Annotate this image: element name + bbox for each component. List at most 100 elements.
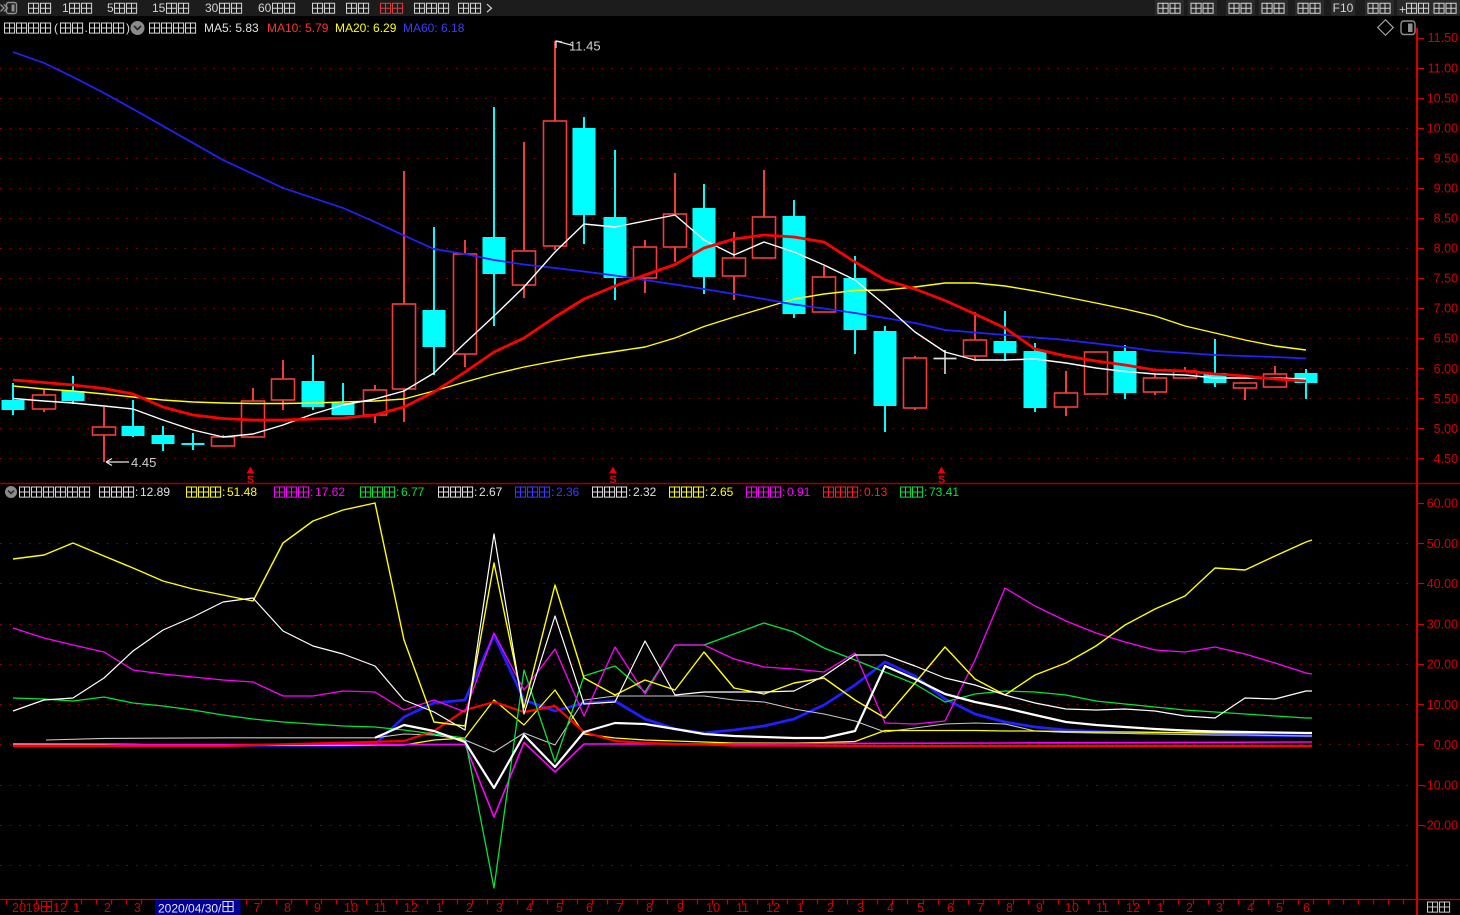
svg-text:1: 1 bbox=[436, 901, 443, 915]
svg-text:6: 6 bbox=[1303, 901, 1310, 915]
svg-text:50.00: 50.00 bbox=[1427, 537, 1458, 551]
svg-text:12.89: 12.89 bbox=[140, 485, 170, 499]
svg-text:4: 4 bbox=[1247, 901, 1254, 915]
svg-text:6: 6 bbox=[947, 901, 954, 915]
svg-text:MA10: 5.79: MA10: 5.79 bbox=[267, 21, 329, 35]
svg-text:7: 7 bbox=[616, 901, 623, 915]
svg-text:9.00: 9.00 bbox=[1434, 181, 1458, 195]
svg-text:4: 4 bbox=[526, 901, 533, 915]
svg-text:12: 12 bbox=[53, 901, 67, 915]
svg-text::: : bbox=[551, 485, 554, 499]
svg-text:30.00: 30.00 bbox=[1427, 617, 1458, 631]
svg-text:0.91: 0.91 bbox=[787, 485, 811, 499]
svg-text:3: 3 bbox=[1216, 901, 1223, 915]
svg-text:9: 9 bbox=[1036, 901, 1043, 915]
svg-text::: : bbox=[859, 485, 862, 499]
svg-text:6.50: 6.50 bbox=[1434, 332, 1458, 346]
svg-text::: : bbox=[628, 485, 631, 499]
svg-text::: : bbox=[135, 485, 138, 499]
svg-text:MA20: 6.29: MA20: 6.29 bbox=[335, 21, 397, 35]
svg-text:2: 2 bbox=[104, 901, 111, 915]
svg-text::: : bbox=[310, 485, 313, 499]
svg-text:1: 1 bbox=[797, 901, 804, 915]
svg-text:60.00: 60.00 bbox=[1427, 497, 1458, 511]
svg-text:S: S bbox=[609, 474, 616, 486]
svg-text:7: 7 bbox=[254, 901, 261, 915]
svg-text:51.48: 51.48 bbox=[227, 485, 257, 499]
svg-text:10.00: 10.00 bbox=[1427, 698, 1458, 712]
svg-text:17.62: 17.62 bbox=[315, 485, 345, 499]
svg-text:+: + bbox=[1399, 3, 1406, 17]
svg-text:3: 3 bbox=[496, 901, 503, 915]
svg-text:9.50: 9.50 bbox=[1434, 151, 1458, 165]
svg-text:2.32: 2.32 bbox=[633, 485, 657, 499]
svg-text:7.50: 7.50 bbox=[1434, 272, 1458, 286]
svg-text:8: 8 bbox=[1006, 901, 1013, 915]
svg-text:11: 11 bbox=[374, 901, 387, 915]
svg-text:12: 12 bbox=[766, 901, 780, 915]
svg-text:4: 4 bbox=[887, 901, 894, 915]
svg-text:0.13: 0.13 bbox=[864, 485, 888, 499]
svg-text:2.36: 2.36 bbox=[556, 485, 580, 499]
svg-text:2: 2 bbox=[466, 901, 473, 915]
svg-text:15: 15 bbox=[152, 1, 166, 15]
svg-text:0.00: 0.00 bbox=[1434, 738, 1458, 752]
svg-text:MA60: 6.18: MA60: 6.18 bbox=[403, 21, 465, 35]
svg-text:1: 1 bbox=[73, 901, 80, 915]
svg-text::: : bbox=[924, 485, 927, 499]
svg-text:4.50: 4.50 bbox=[1434, 452, 1458, 466]
svg-text:-20.00: -20.00 bbox=[1423, 819, 1458, 833]
svg-text:5.00: 5.00 bbox=[1434, 422, 1458, 436]
svg-text:1: 1 bbox=[1157, 901, 1164, 915]
svg-text:6: 6 bbox=[586, 901, 593, 915]
svg-text:8: 8 bbox=[646, 901, 653, 915]
svg-text:10.50: 10.50 bbox=[1427, 91, 1458, 105]
svg-text:-10.00: -10.00 bbox=[1423, 778, 1458, 792]
svg-text:9: 9 bbox=[314, 901, 321, 915]
svg-text:8.00: 8.00 bbox=[1434, 242, 1458, 256]
svg-text:4.45: 4.45 bbox=[131, 455, 156, 470]
svg-text:3: 3 bbox=[134, 901, 141, 915]
svg-text:8.50: 8.50 bbox=[1434, 212, 1458, 226]
svg-text:(: ( bbox=[54, 21, 58, 35]
svg-text:9: 9 bbox=[677, 901, 684, 915]
svg-text:2: 2 bbox=[1186, 901, 1193, 915]
svg-text::: : bbox=[474, 485, 477, 499]
svg-text:2.67: 2.67 bbox=[479, 485, 503, 499]
svg-text:2019: 2019 bbox=[12, 901, 40, 915]
svg-text:11: 11 bbox=[1096, 901, 1109, 915]
svg-text:10.00: 10.00 bbox=[1427, 121, 1458, 135]
svg-text:11.50: 11.50 bbox=[1428, 31, 1458, 45]
svg-text:5.50: 5.50 bbox=[1434, 392, 1458, 406]
svg-text:20.00: 20.00 bbox=[1427, 658, 1458, 672]
svg-text:11.00: 11.00 bbox=[1428, 61, 1458, 75]
svg-text:11: 11 bbox=[736, 901, 749, 915]
svg-text:6.77: 6.77 bbox=[401, 485, 425, 499]
svg-text:1: 1 bbox=[62, 1, 69, 15]
svg-text:2020/04/30/: 2020/04/30/ bbox=[158, 902, 222, 915]
svg-text:10: 10 bbox=[344, 901, 358, 915]
svg-text:F10: F10 bbox=[1333, 1, 1354, 15]
svg-text:7: 7 bbox=[977, 901, 984, 915]
svg-text:2: 2 bbox=[827, 901, 834, 915]
svg-text:2.65: 2.65 bbox=[710, 485, 734, 499]
svg-text::: : bbox=[782, 485, 785, 499]
svg-text:6.00: 6.00 bbox=[1434, 362, 1458, 376]
svg-text:.: . bbox=[85, 21, 88, 35]
svg-text::: : bbox=[222, 485, 225, 499]
svg-text:5: 5 bbox=[917, 901, 924, 915]
svg-text:30: 30 bbox=[205, 1, 219, 15]
svg-text:11.45: 11.45 bbox=[569, 39, 601, 54]
svg-text:8: 8 bbox=[284, 901, 291, 915]
svg-text:5: 5 bbox=[1276, 901, 1283, 915]
svg-text:60: 60 bbox=[258, 1, 272, 15]
svg-text:3: 3 bbox=[857, 901, 864, 915]
svg-text:): ) bbox=[126, 21, 130, 35]
svg-text:5: 5 bbox=[107, 1, 114, 15]
svg-text:12: 12 bbox=[404, 901, 418, 915]
svg-text:73.41: 73.41 bbox=[929, 485, 959, 499]
svg-text:10: 10 bbox=[706, 901, 720, 915]
svg-text:7.00: 7.00 bbox=[1434, 302, 1458, 316]
svg-text:10: 10 bbox=[1065, 901, 1079, 915]
svg-text:5: 5 bbox=[556, 901, 563, 915]
